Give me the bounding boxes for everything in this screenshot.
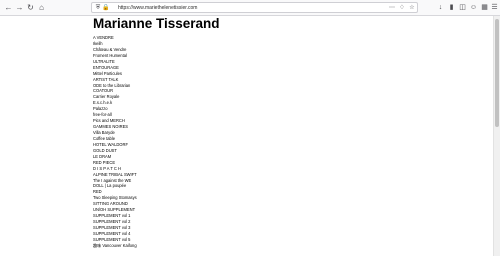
account-icon[interactable]: ☺ bbox=[469, 3, 478, 12]
sidebar-icon[interactable]: ◫ bbox=[458, 3, 467, 12]
scrollbar-thumb[interactable] bbox=[495, 19, 499, 127]
menu-icon[interactable]: ☰ bbox=[490, 3, 499, 12]
bookmark-star-icon[interactable]: ☆ bbox=[408, 3, 416, 13]
shield-icon[interactable]: ⛨ bbox=[94, 3, 102, 13]
address-bar[interactable]: ⛨ 🔒 https://www.mariethelenetissier.com … bbox=[91, 2, 418, 13]
library-icon[interactable]: ▮ bbox=[447, 3, 456, 12]
back-icon[interactable]: ← bbox=[3, 2, 14, 13]
browser-toolbar: ← → ↻ ⌂ ⛨ 🔒 https://www.mariethelenetiss… bbox=[0, 0, 500, 16]
page-content: Marianne Tisserand A VENDRE Ikeilh Château… bbox=[0, 16, 493, 256]
url-text[interactable]: https://www.mariethelenetissier.com bbox=[118, 3, 197, 13]
downloads-icon[interactable]: ↓ bbox=[436, 3, 445, 12]
project-menu: A VENDRE Ikeilh Château & Vendre Froment Hu… bbox=[93, 35, 137, 249]
forward-icon[interactable]: → bbox=[14, 2, 25, 13]
menu-link[interactable]: 趣味 Vancouver Kaifong bbox=[93, 243, 137, 249]
home-icon[interactable]: ⌂ bbox=[36, 2, 47, 13]
pocket-icon[interactable]: ♢ bbox=[398, 3, 406, 13]
menu-link[interactable]: SUPPLEMENT vol 5 bbox=[93, 237, 137, 243]
lock-icon[interactable]: 🔒 bbox=[102, 3, 110, 13]
menu-link[interactable]: SUPPLEMENT vol 4 bbox=[93, 231, 137, 237]
reload-icon[interactable]: ↻ bbox=[25, 2, 36, 13]
menu-link[interactable]: ALPINE TRIBAL SWIFT bbox=[93, 172, 137, 178]
scrollbar[interactable] bbox=[493, 16, 500, 256]
extension-icon[interactable]: ▦ bbox=[480, 3, 489, 12]
page-title: Marianne Tisserand bbox=[93, 16, 220, 31]
page-actions-icon[interactable]: ⋯ bbox=[388, 3, 396, 13]
